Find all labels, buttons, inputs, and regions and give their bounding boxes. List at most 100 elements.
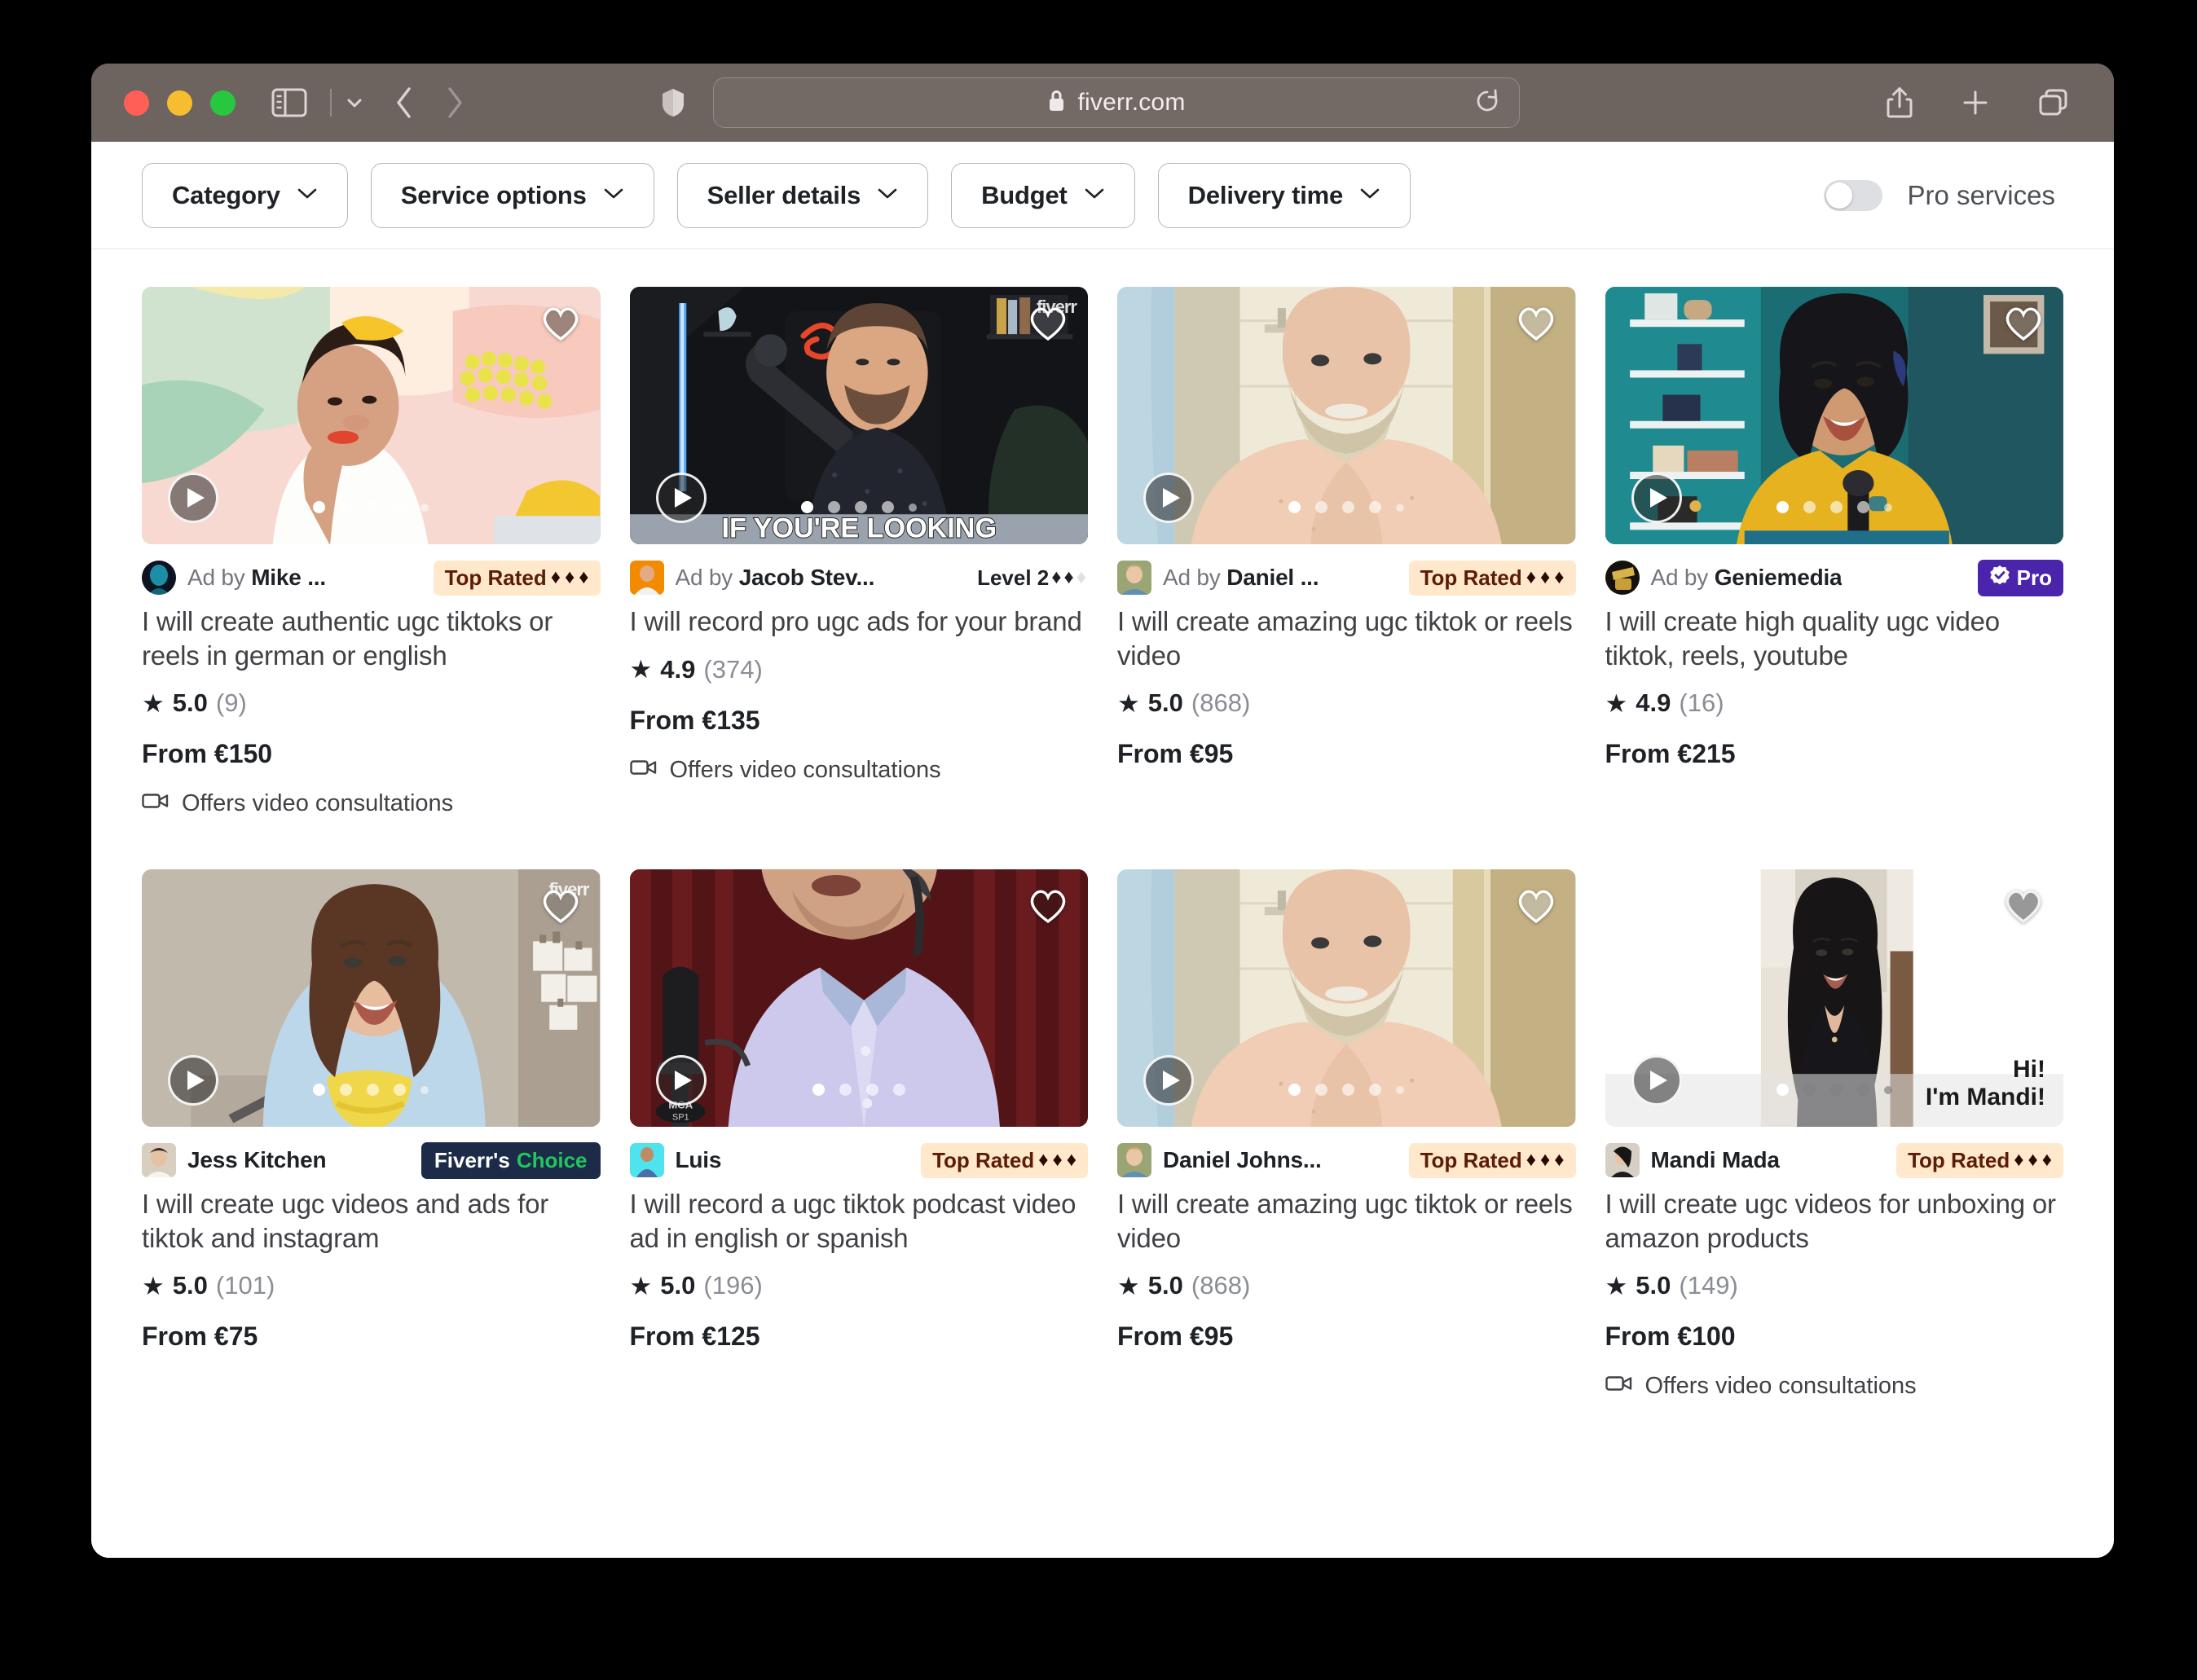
carousel-dot[interactable] [1315, 1084, 1328, 1097]
carousel-dot[interactable] [839, 1084, 852, 1097]
carousel-dot[interactable] [800, 501, 813, 513]
favorite-heart-icon[interactable] [1516, 887, 1556, 929]
address-bar[interactable]: fiverr.com [713, 77, 1520, 128]
carousel-dot[interactable] [1315, 501, 1328, 513]
gig-title[interactable]: I will create amazing ugc tiktok or reel… [1117, 605, 1576, 672]
favorite-heart-icon[interactable] [540, 887, 581, 929]
gig-thumbnail[interactable]: MCA SP1 [629, 869, 1088, 1128]
gig-thumbnail[interactable] [1605, 287, 2063, 544]
carousel-dot[interactable] [1288, 501, 1301, 513]
carousel-dot[interactable] [1829, 501, 1843, 513]
carousel-dot[interactable] [1883, 1085, 1892, 1094]
carousel-dot[interactable] [1803, 1084, 1816, 1097]
carousel-dot[interactable] [1396, 503, 1405, 512]
carousel-dot[interactable] [340, 1084, 353, 1097]
gig-card[interactable]: Daniel Johns... Top Rated ♦ ♦ ♦ I will cre… [1117, 869, 1576, 1400]
gig-title[interactable]: I will create amazing ugc tiktok or reel… [1117, 1187, 1576, 1255]
favorite-heart-icon[interactable] [1516, 305, 1556, 346]
carousel-dot[interactable] [1288, 1084, 1301, 1097]
play-button[interactable] [1631, 473, 1682, 523]
gig-thumbnail[interactable]: IF YOU'RE LOOKING fiverr [629, 287, 1088, 544]
gig-thumbnail[interactable]: Hi! I'm Mandi! [1605, 869, 2063, 1128]
gig-card[interactable]: IF YOU'RE LOOKING fiverr Ad by Jacob Ste… [629, 287, 1089, 817]
filter-budget-button[interactable]: Budget [951, 162, 1135, 228]
carousel-dots[interactable] [313, 1084, 429, 1097]
plus-icon[interactable] [1961, 88, 1990, 117]
privacy-shield-icon[interactable] [661, 87, 685, 118]
carousel-dots[interactable] [313, 501, 429, 513]
maximize-window-button[interactable] [210, 90, 236, 116]
gig-card[interactable]: fiverr Jess Kitchen Fiverr's Choice I wi… [142, 869, 601, 1400]
carousel-dots[interactable] [1288, 1084, 1405, 1097]
carousel-dot[interactable] [1369, 501, 1382, 513]
avatar[interactable] [1605, 1143, 1640, 1178]
favorite-heart-icon[interactable] [540, 305, 581, 346]
carousel-dot[interactable] [340, 501, 353, 513]
gig-card[interactable]: Ad by Geniemedia Pro I will create high … [1605, 287, 2064, 817]
gig-title[interactable]: I will create ugc videos for unboxing or… [1605, 1187, 2064, 1255]
carousel-dot[interactable] [313, 1084, 326, 1097]
carousel-dot[interactable] [1883, 503, 1892, 512]
avatar[interactable] [629, 561, 664, 595]
sidebar-toggle-icon[interactable] [271, 88, 307, 117]
forward-chevron-icon[interactable] [444, 85, 465, 121]
gig-title[interactable]: I will create ugc videos and ads for tik… [142, 1187, 601, 1255]
avatar[interactable] [629, 1143, 664, 1178]
gig-title[interactable]: I will create high quality ugc video tik… [1605, 605, 2064, 672]
carousel-dot[interactable] [1776, 501, 1789, 513]
carousel-dot[interactable] [1369, 1084, 1382, 1097]
gig-thumbnail[interactable] [1117, 869, 1576, 1128]
favorite-heart-icon[interactable] [1028, 887, 1068, 929]
gig-card[interactable]: Ad by Mike ... Top Rated ♦ ♦ ♦ I will crea… [142, 287, 601, 817]
carousel-dot[interactable] [1342, 1084, 1355, 1097]
carousel-dot[interactable] [367, 1084, 380, 1097]
carousel-dot[interactable] [1396, 1085, 1405, 1094]
carousel-dots[interactable] [1776, 1084, 1892, 1097]
play-button[interactable] [1143, 473, 1194, 523]
gig-card[interactable]: Ad by Daniel ... Top Rated ♦ ♦ ♦ I will cr… [1117, 287, 1576, 817]
carousel-dot[interactable] [892, 1084, 905, 1097]
gig-card[interactable]: MCA SP1 [629, 869, 1089, 1400]
filter-seller-details-button[interactable]: Seller details [676, 162, 929, 228]
filter-service-options-button[interactable]: Service options [370, 162, 654, 228]
close-window-button[interactable] [124, 90, 149, 116]
back-chevron-icon[interactable] [394, 85, 415, 121]
carousel-dot[interactable] [1856, 1084, 1869, 1097]
share-icon[interactable] [1886, 86, 1913, 119]
carousel-dot[interactable] [1803, 501, 1816, 513]
play-button[interactable] [655, 1055, 707, 1106]
tab-overview-icon[interactable] [2037, 87, 2070, 118]
carousel-dot[interactable] [827, 501, 840, 513]
carousel-dot[interactable] [854, 501, 867, 513]
carousel-dot[interactable] [1776, 1084, 1789, 1097]
carousel-dots[interactable] [812, 1084, 905, 1097]
avatar[interactable] [142, 561, 176, 595]
gig-thumbnail[interactable] [1117, 287, 1576, 544]
carousel-dots[interactable] [1776, 501, 1892, 513]
pro-services-toggle[interactable] [1824, 179, 1883, 211]
favorite-heart-icon[interactable] [1028, 305, 1068, 346]
carousel-dot[interactable] [367, 501, 380, 513]
avatar[interactable] [1117, 561, 1151, 595]
gig-title[interactable]: I will record a ugc tiktok podcast video… [630, 1187, 1089, 1255]
carousel-dot[interactable] [1342, 501, 1355, 513]
carousel-dots[interactable] [1288, 501, 1405, 513]
carousel-dot[interactable] [1829, 1084, 1843, 1097]
play-button[interactable] [655, 473, 707, 523]
play-button[interactable] [1631, 1055, 1682, 1106]
avatar[interactable] [142, 1143, 176, 1178]
gig-title[interactable]: I will create authentic ugc tiktoks or r… [142, 605, 601, 672]
filter-category-button[interactable]: Category [142, 162, 348, 228]
carousel-dot[interactable] [1856, 501, 1869, 513]
gig-card[interactable]: Hi! I'm Mandi! Mandi Mada Top Rated ♦ ♦ ♦ [1605, 869, 2064, 1400]
play-button[interactable] [1143, 1055, 1194, 1106]
carousel-dot[interactable] [394, 501, 407, 513]
reload-icon[interactable] [1475, 89, 1499, 117]
gig-thumbnail[interactable] [142, 287, 601, 544]
carousel-dots[interactable] [800, 501, 917, 513]
carousel-dot[interactable] [420, 503, 429, 512]
filter-delivery-time-button[interactable]: Delivery time [1157, 162, 1411, 228]
carousel-dot[interactable] [908, 503, 917, 512]
carousel-dot[interactable] [881, 501, 894, 513]
gig-title[interactable]: I will record pro ugc ads for your brand [630, 605, 1089, 639]
